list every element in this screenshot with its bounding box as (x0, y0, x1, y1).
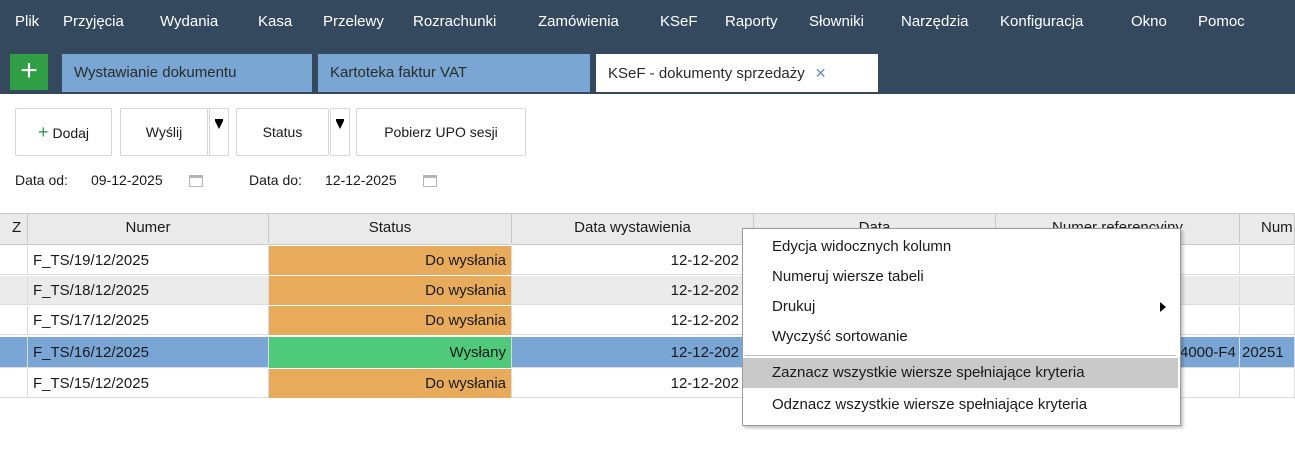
tab-kartoteka[interactable]: Kartoteka faktur VAT (318, 54, 590, 92)
menu-slowniki[interactable]: Słowniki (809, 13, 864, 30)
add-label: Dodaj (52, 125, 90, 141)
menu-item-number-rows[interactable]: Numeruj wiersze tabeli (743, 262, 1178, 292)
cell-numer-referencyjny: 4000-F4 (1180, 337, 1240, 368)
row-checkbox-cell[interactable] (0, 276, 28, 305)
cell-numer: F_TS/19/12/2025 (28, 246, 269, 275)
tab-ksef-sprzedaz[interactable]: KSeF - dokumenty sprzedaży ✕ (596, 54, 878, 92)
cell-data-wystawienia: 12-12-202 (512, 306, 754, 335)
add-button[interactable]: + Dodaj (15, 108, 112, 156)
menu-item-select-matching[interactable]: Zaznacz wszystkie wiersze spełniające kr… (743, 358, 1178, 388)
cell-data-wystawienia: 12-12-202 (512, 276, 754, 305)
menu-item-deselect-matching[interactable]: Odznacz wszystkie wiersze spełniające kr… (743, 390, 1178, 420)
status-dropdown[interactable] (330, 108, 350, 156)
date-from-field[interactable]: 09-12-2025 (91, 166, 243, 194)
send-label: Wyślij (145, 124, 183, 140)
cell-num (1240, 276, 1295, 305)
menu-kasa[interactable]: Kasa (258, 13, 292, 30)
cell-numer: F_TS/16/12/2025 (28, 337, 269, 368)
row-checkbox-cell[interactable] (0, 306, 28, 335)
cell-num (1240, 369, 1295, 398)
tab-label: Kartoteka faktur VAT (330, 64, 467, 81)
menu-bar: Plik Przyjęcia Wydania Kasa Przelewy Roz… (0, 0, 1295, 48)
menu-separator (745, 355, 1176, 356)
status-button[interactable]: Status (236, 108, 329, 156)
send-dropdown[interactable] (209, 108, 229, 156)
context-menu: Edycja widocznych kolumn Numeruj wiersze… (742, 228, 1181, 426)
menu-okno[interactable]: Okno (1131, 13, 1167, 30)
column-header-status[interactable]: Status (269, 213, 512, 243)
cell-numer: F_TS/15/12/2025 (28, 369, 269, 398)
date-to-field[interactable]: 12-12-2025 (325, 166, 477, 194)
plus-icon: + (37, 122, 49, 142)
cell-data-wystawienia: 12-12-202 (512, 246, 754, 275)
cell-numer: F_TS/17/12/2025 (28, 306, 269, 335)
date-from-value: 09-12-2025 (91, 172, 163, 188)
calendar-icon[interactable] (422, 175, 437, 188)
tab-label: Wystawianie dokumentu (74, 64, 237, 81)
row-checkbox-cell[interactable] (0, 246, 28, 275)
cell-num: 20251 (1240, 337, 1295, 368)
menu-przelewy[interactable]: Przelewy (323, 13, 384, 30)
date-to-value: 12-12-2025 (325, 172, 397, 188)
menu-ksef[interactable]: KSeF (660, 13, 698, 30)
menu-wydania[interactable]: Wydania (160, 13, 218, 30)
menu-pomoc[interactable]: Pomoc (1198, 13, 1245, 30)
cell-status: Do wysłania (269, 276, 512, 305)
calendar-icon[interactable] (188, 175, 203, 188)
submenu-arrow-icon (1160, 302, 1166, 312)
cell-num (1240, 306, 1295, 335)
column-header-num[interactable]: Num (1240, 213, 1295, 243)
menu-item-edit-columns[interactable]: Edycja widocznych kolumn (743, 232, 1178, 262)
cell-num (1240, 246, 1295, 275)
dropdown-arrow-icon (336, 121, 344, 129)
row-checkbox-cell[interactable] (0, 369, 28, 398)
menu-narzedzia[interactable]: Narzędzia (901, 13, 969, 30)
cell-status: Do wysłania (269, 306, 512, 335)
cell-status: Wysłany (269, 337, 512, 368)
send-button[interactable]: Wyślij (120, 108, 208, 156)
row-checkbox-cell[interactable] (0, 337, 28, 368)
date-to-label: Data do: (249, 172, 302, 188)
column-header-data-wystawienia[interactable]: Data wystawienia (512, 213, 754, 243)
download-upo-label: Pobierz UPO sesji (384, 124, 498, 140)
menu-zamowienia[interactable]: Zamówienia (538, 13, 619, 30)
cell-data-wystawienia: 12-12-202 (512, 369, 754, 398)
dropdown-arrow-icon (215, 121, 223, 129)
menu-plik[interactable]: Plik (15, 13, 39, 30)
menu-przyjecia[interactable]: Przyjęcia (63, 13, 124, 30)
menu-item-clear-sort[interactable]: Wyczyść sortowanie (743, 322, 1178, 352)
cell-numer: F_TS/18/12/2025 (28, 276, 269, 305)
menu-raporty[interactable]: Raporty (725, 13, 778, 30)
close-tab-icon[interactable]: ✕ (815, 65, 827, 81)
column-header-numer[interactable]: Numer (28, 213, 269, 243)
menu-item-print-label: Drukuj (772, 298, 816, 315)
date-from-label: Data od: (15, 172, 68, 188)
new-tab-button[interactable]: + (10, 54, 48, 90)
menu-item-print[interactable]: Drukuj (743, 292, 1178, 322)
cell-status: Do wysłania (269, 246, 512, 275)
download-upo-button[interactable]: Pobierz UPO sesji (356, 108, 526, 156)
menu-konfiguracja[interactable]: Konfiguracja (1000, 13, 1083, 30)
tab-label: KSeF - dokumenty sprzedaży (608, 65, 805, 82)
column-header-z[interactable]: Z (0, 213, 28, 243)
cell-status: Do wysłania (269, 369, 512, 398)
menu-rozrachunki[interactable]: Rozrachunki (413, 13, 496, 30)
status-label: Status (262, 124, 303, 140)
tab-wystawianie[interactable]: Wystawianie dokumentu (62, 54, 312, 92)
cell-data-wystawienia: 12-12-202 (512, 337, 754, 368)
